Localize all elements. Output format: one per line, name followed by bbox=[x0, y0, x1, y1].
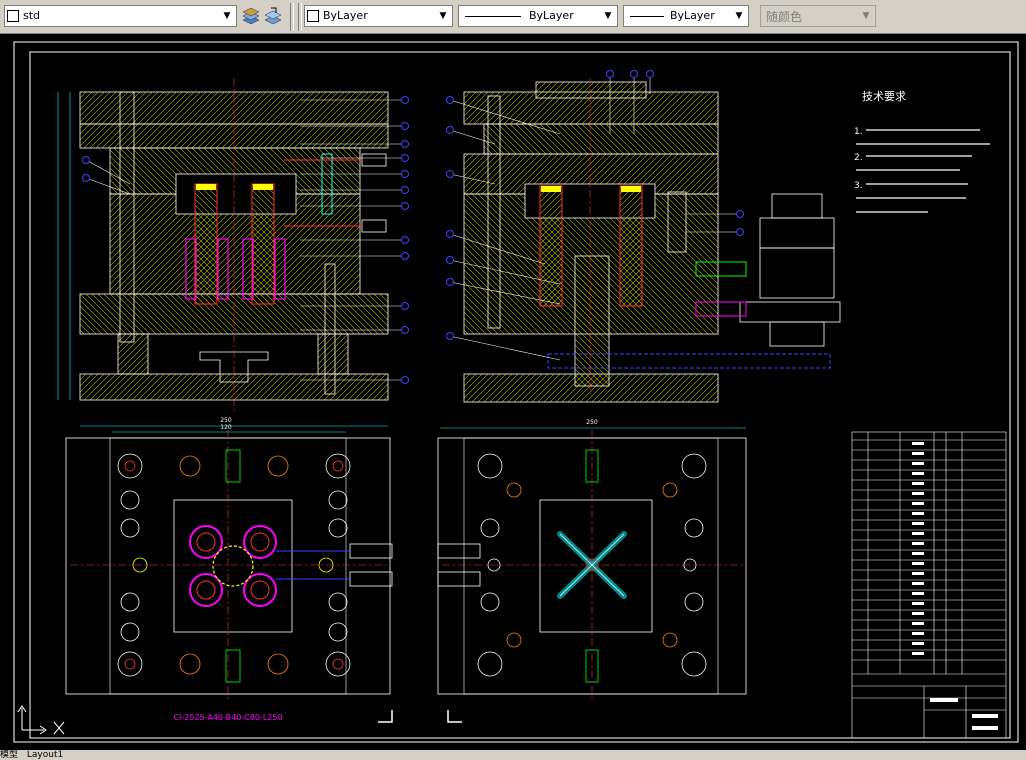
tab-model[interactable]: 模型 bbox=[0, 750, 18, 760]
layer-combo[interactable]: ByLayer ▼ bbox=[304, 5, 453, 27]
plot-style-combo[interactable]: 随颜色 ▼ bbox=[760, 5, 876, 27]
layer-previous-icon[interactable] bbox=[262, 5, 284, 27]
tech-title: 技术要求 bbox=[862, 90, 906, 103]
bill-of-materials bbox=[851, 431, 1007, 739]
mold-base-code: CI-2525-A40-B40-C80-L250 bbox=[173, 713, 282, 722]
drawing-canvas[interactable]: 技术要求 1. 2. 3. 250 120 CI-2525-A40-B40-C8… bbox=[0, 34, 1026, 750]
technical-requirements: 技术要求 1. 2. 3. bbox=[854, 90, 990, 213]
tech-note-3: 3. bbox=[854, 181, 863, 191]
dimension-label: 250 bbox=[586, 419, 598, 426]
linetype-combo[interactable]: ByLayer ▼ bbox=[458, 5, 618, 27]
chevron-down-icon[interactable]: ▼ bbox=[436, 8, 450, 24]
tech-note-1: 1. bbox=[854, 127, 863, 137]
dimension-label: 250 bbox=[220, 417, 232, 424]
lineweight-combo[interactable]: ByLayer ▼ bbox=[623, 5, 749, 27]
tech-note-2: 2. bbox=[854, 153, 863, 163]
plot-style-value: 随颜色 bbox=[766, 10, 803, 24]
layer-states-icon[interactable] bbox=[240, 5, 262, 27]
color-swatch-icon bbox=[307, 10, 319, 22]
chevron-down-icon[interactable]: ▼ bbox=[220, 8, 234, 24]
section-view-right bbox=[446, 70, 841, 403]
ucs-icon bbox=[17, 705, 65, 735]
plan-view-left: 250 120 CI-2525-A40-B40-C80-L250 bbox=[65, 417, 393, 723]
plan-view-right: 250 bbox=[437, 419, 747, 723]
cad-drawing: 技术要求 1. 2. 3. 250 120 CI-2525-A40-B40-C8… bbox=[13, 41, 1019, 743]
toolbar-separator bbox=[298, 3, 302, 31]
tab-layout1[interactable]: Layout1 bbox=[27, 750, 63, 760]
text-style-value: std bbox=[23, 9, 41, 22]
chevron-down-icon[interactable]: ▼ bbox=[601, 8, 615, 24]
linetype-swatch bbox=[465, 16, 521, 17]
dimension-label: 120 bbox=[220, 424, 232, 431]
lineweight-value: ByLayer bbox=[670, 9, 715, 22]
lineweight-swatch bbox=[630, 16, 664, 17]
layer-value: ByLayer bbox=[323, 9, 368, 22]
layout-tabs: 模型 Layout1 bbox=[0, 750, 1026, 760]
text-style-combo[interactable]: std ▼ bbox=[4, 5, 237, 27]
properties-toolbar: std ▼ ByLayer ▼ ByLayer ▼ ByLayer ▼ 随颜色 … bbox=[0, 0, 1026, 34]
linetype-value: ByLayer bbox=[529, 9, 574, 22]
chevron-down-icon[interactable]: ▼ bbox=[859, 8, 873, 24]
bom-row-markers bbox=[912, 442, 998, 730]
style-checkbox-icon bbox=[7, 10, 19, 22]
toolbar-separator bbox=[290, 3, 294, 31]
section-view-left bbox=[57, 78, 409, 412]
chevron-down-icon[interactable]: ▼ bbox=[732, 8, 746, 24]
